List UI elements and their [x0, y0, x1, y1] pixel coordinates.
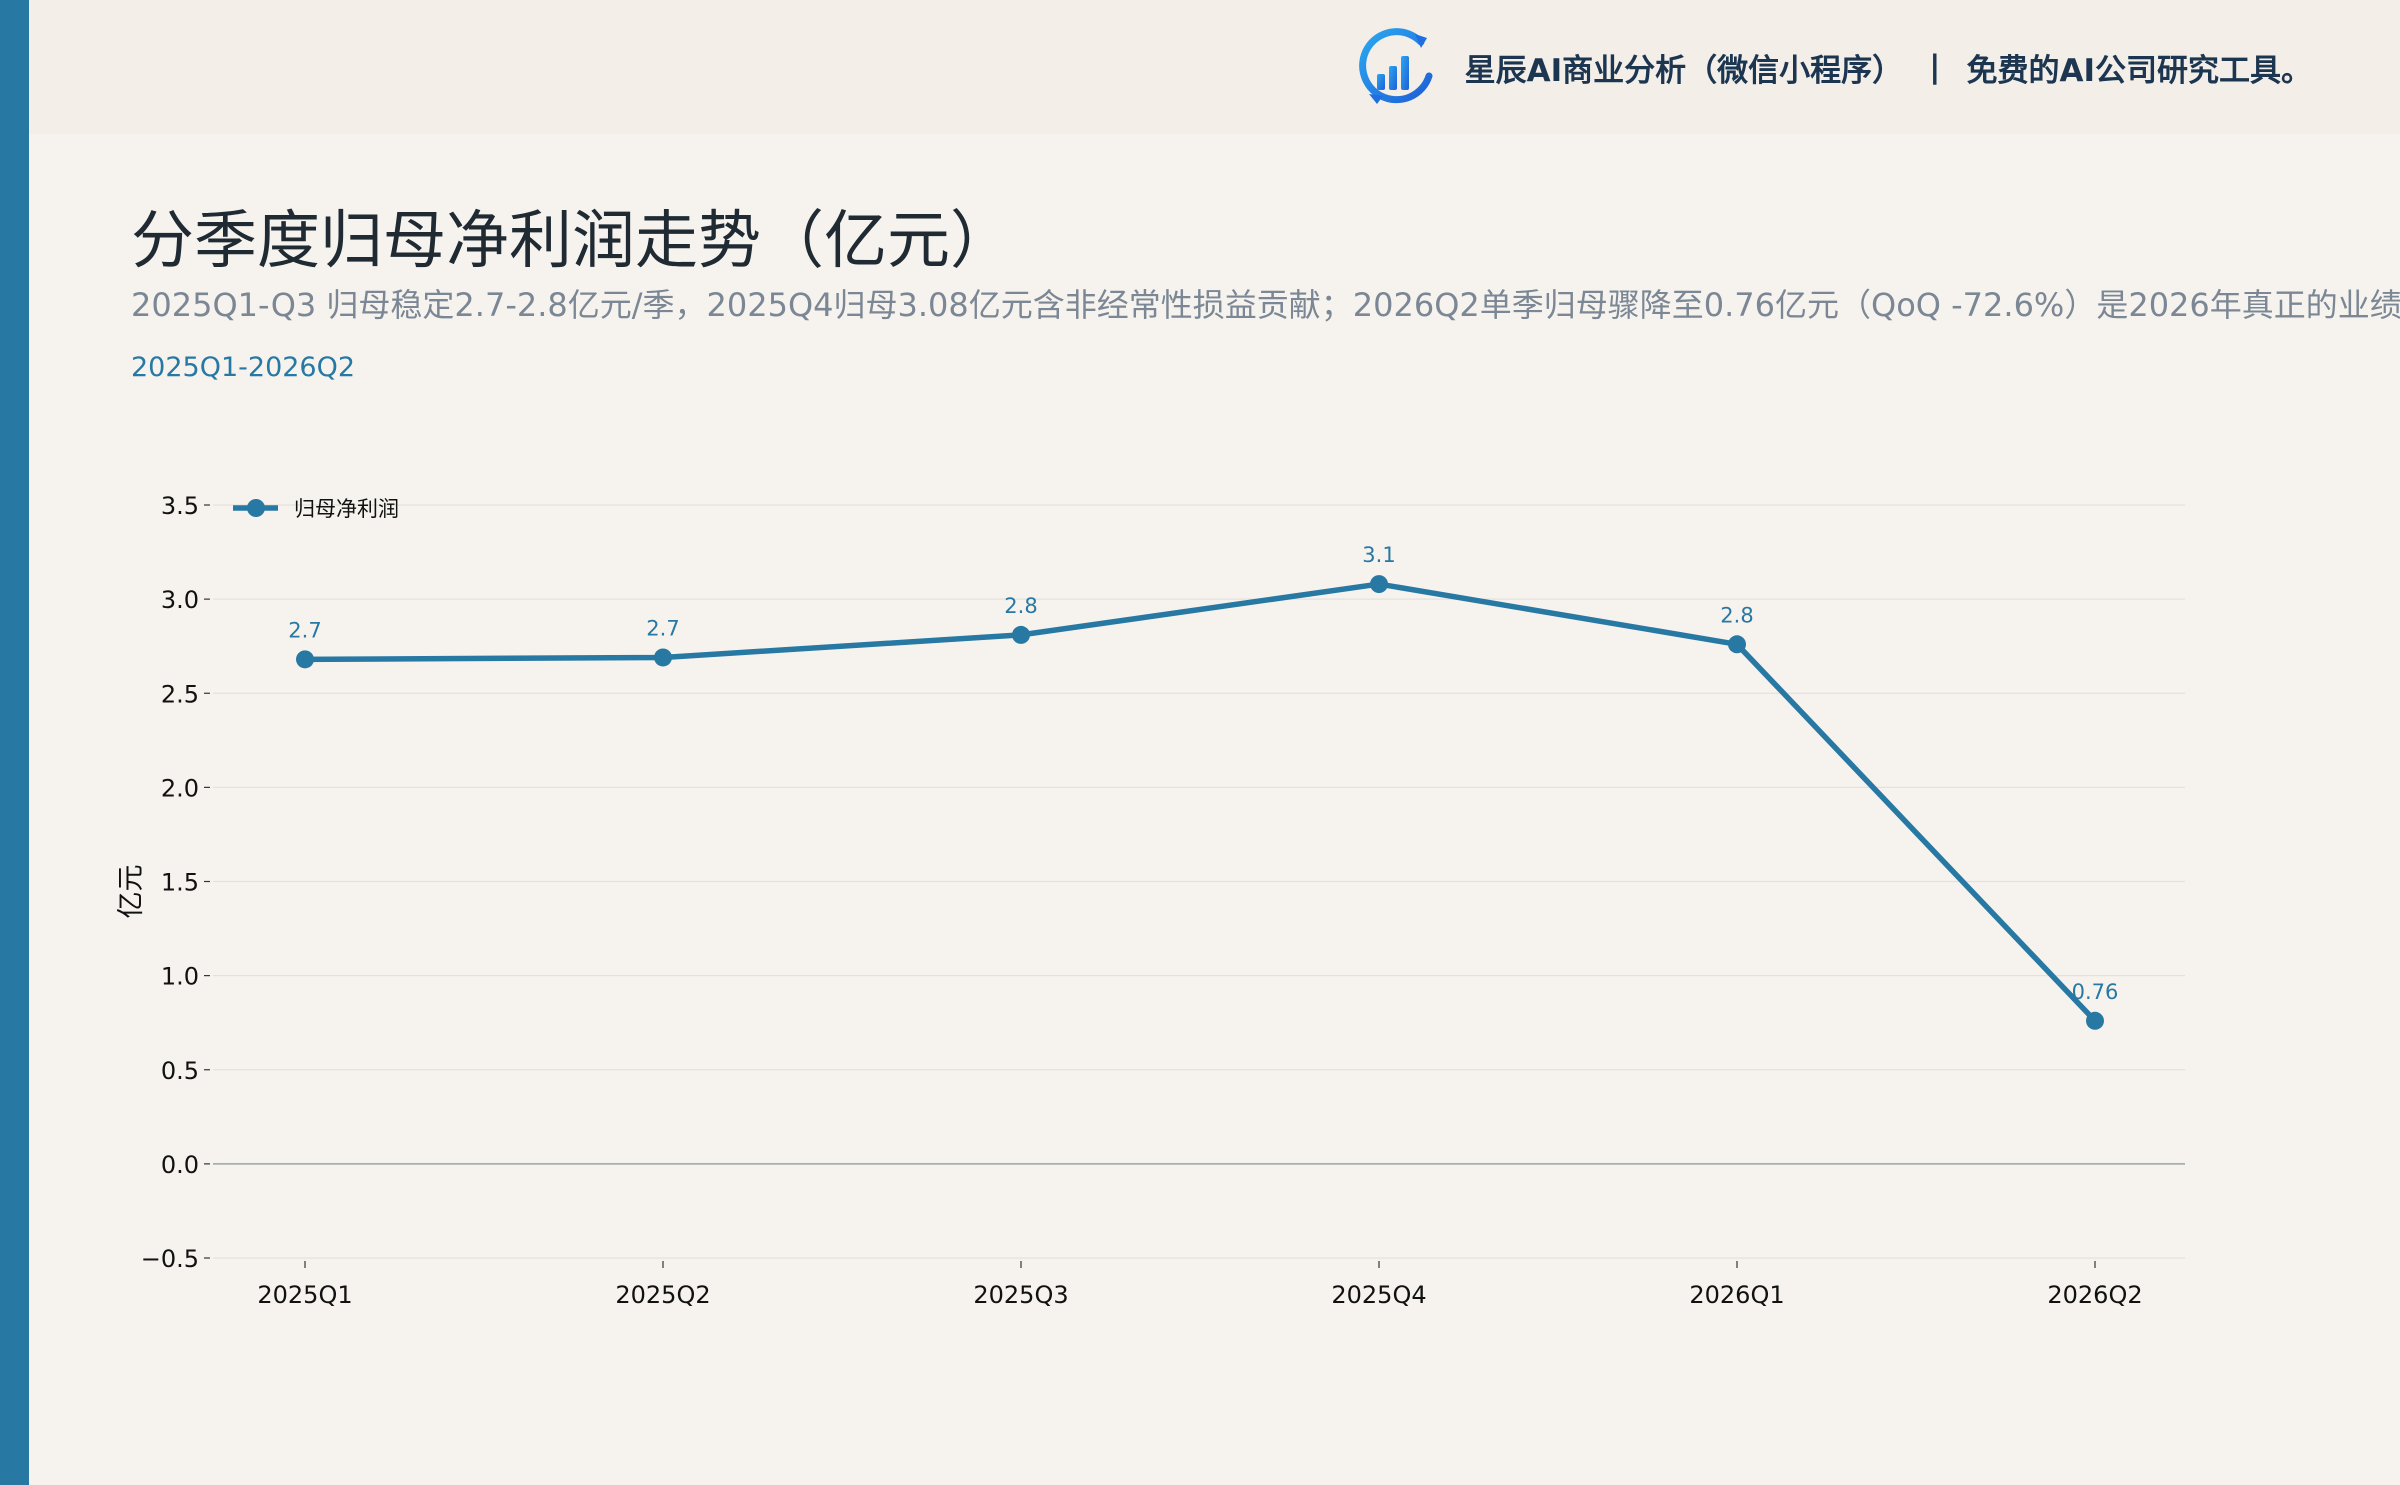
x-tick-label: 2026Q1	[1689, 1281, 1784, 1309]
y-tick-label: 3.5	[161, 492, 199, 520]
legend: 归母净利润	[233, 497, 399, 521]
series-line	[302, 581, 2098, 1024]
data-label: 2.7	[288, 618, 321, 642]
y-tick-label: 2.5	[161, 680, 199, 708]
y-tick-label: 0.0	[161, 1151, 199, 1179]
y-tick-label: 1.5	[161, 869, 199, 897]
x-tick-label: 2025Q2	[615, 1281, 710, 1309]
y-axis-label: 亿元	[116, 865, 147, 919]
data-label: 3.1	[1362, 543, 1395, 567]
data-label: 2.8	[1720, 603, 1753, 627]
axes: −0.5 0.0 0.5 1.0 1.5 2.0 2.5 3.0 3.5 2025Q1 2025Q2…	[116, 492, 2143, 1309]
legend-label: 归母净利润	[294, 497, 399, 521]
line-chart: −0.5 0.0 0.5 1.0 1.5 2.0 2.5 3.0 3.5 2025Q1 2025Q2…	[116, 492, 2185, 1309]
series: 2.7 2.7 2.8 3.1 2.8 0.76	[288, 543, 2118, 1030]
y-tick-label: 0.5	[161, 1057, 199, 1085]
grid-lines	[213, 504, 2185, 1259]
y-tick-label: 3.0	[161, 586, 199, 614]
y-tick-label: 2.0	[161, 774, 199, 802]
data-point	[654, 648, 672, 667]
x-tick-label: 2026Q2	[2047, 1281, 2142, 1309]
data-point	[296, 650, 314, 669]
data-point	[1012, 625, 1030, 644]
y-tick-label: 1.0	[161, 963, 199, 991]
data-point	[1370, 575, 1388, 594]
x-tick-label: 2025Q4	[1331, 1281, 1426, 1309]
y-tick-label: −0.5	[141, 1245, 199, 1273]
page: 星辰AI商业分析（微信小程序） | 免费的AI公司研究工具。 分季度归母净利润走…	[0, 0, 2400, 1485]
data-label: 2.8	[1004, 594, 1037, 618]
x-tick-label: 2025Q1	[257, 1281, 352, 1309]
x-tick-label: 2025Q3	[973, 1281, 1068, 1309]
data-label: 2.7	[646, 616, 679, 640]
legend-marker	[247, 499, 265, 517]
data-point	[2086, 1011, 2104, 1030]
data-point	[1728, 635, 1746, 654]
data-label: 0.76	[2072, 980, 2119, 1004]
